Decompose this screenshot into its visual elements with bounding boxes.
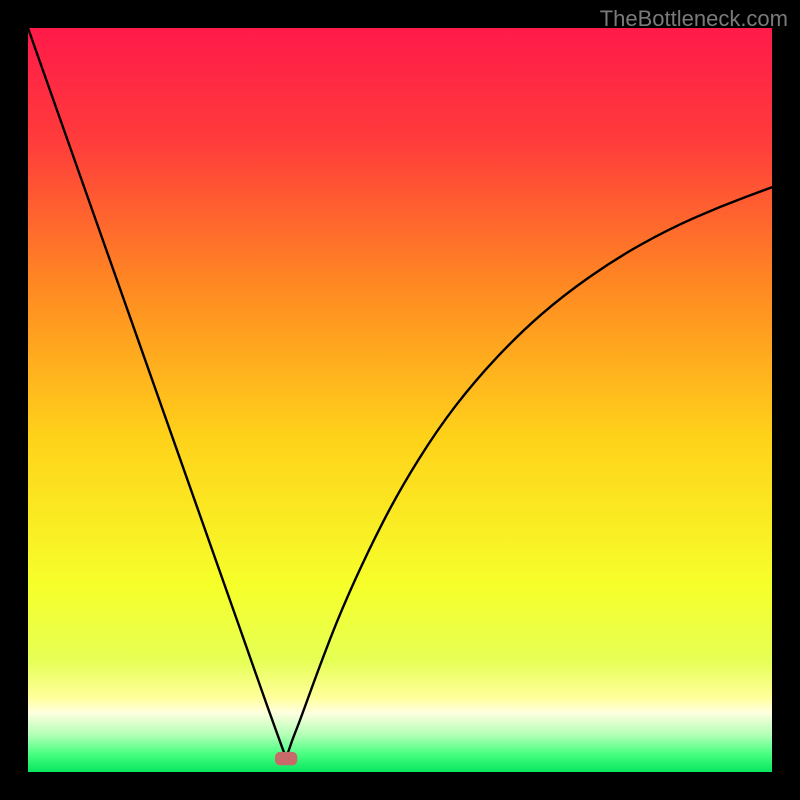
chart-canvas [28,28,772,772]
gradient-background [28,28,772,772]
plot-area [28,28,772,772]
chart-frame: TheBottleneck.com [0,0,800,800]
value-marker [275,752,297,765]
watermark-text: TheBottleneck.com [600,6,788,32]
